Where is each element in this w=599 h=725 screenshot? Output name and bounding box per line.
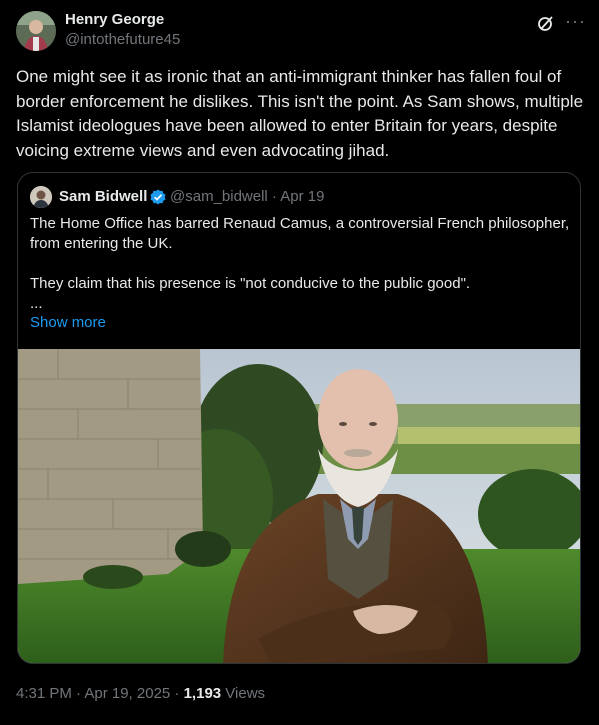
quoted-author-avatar[interactable] [30,186,52,208]
views-count: 1,193 [183,685,222,702]
show-more-link[interactable]: Show more [30,314,106,331]
more-icon[interactable]: ··· [565,11,586,32]
post-timestamp[interactable]: 4:31 PM · Apr 19, 2025 · [16,685,184,702]
author-avatar[interactable] [16,11,56,51]
post-metadata: 4:31 PM · Apr 19, 2025 · 1,193 Views [16,685,265,702]
quoted-post-text: The Home Office has barred Renaud Camus,… [30,215,570,312]
post: Henry George @intothefuture45 ··· One mi… [0,0,599,725]
author-handle[interactable]: @intothefuture45 [65,31,180,48]
quoted-post-photo[interactable] [18,349,580,663]
verified-badge-icon [150,189,166,205]
grok-icon[interactable] [536,13,556,33]
quoted-handle-date[interactable]: @sam_bidwell · Apr 19 [170,188,324,205]
quoted-post[interactable]: Sam Bidwell @sam_bidwell · Apr 19 The Ho… [17,172,581,664]
views-label: Views [221,685,266,702]
author-name[interactable]: Henry George [65,11,164,28]
post-text: One might see it as ironic that an anti-… [16,67,584,160]
quoted-author-name[interactable]: Sam Bidwell [59,188,147,205]
